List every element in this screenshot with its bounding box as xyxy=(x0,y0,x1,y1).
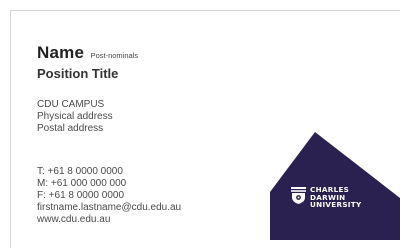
postal-address-line: Postal address xyxy=(37,123,104,134)
mobile-line: M: +61 000 000 000 xyxy=(37,178,127,189)
brand-panel xyxy=(270,120,400,240)
person-name: Name xyxy=(37,43,85,62)
wordmark-line-3: UNIVERSITY xyxy=(310,200,362,210)
university-wordmark: CHARLES DARWIN UNIVERSITY xyxy=(310,186,362,209)
position-title: Position Title xyxy=(37,66,119,81)
business-card-page: Name Post-nominals Position Title CDU CA… xyxy=(0,0,411,251)
post-nominals: Post-nominals xyxy=(90,51,139,60)
address-block: CDU CAMPUS Physical address Postal addre… xyxy=(37,99,113,135)
telephone-line: T: +61 8 0000 0000 xyxy=(37,166,123,177)
university-logo: CHARLES DARWIN UNIVERSITY xyxy=(285,181,405,217)
fax-line: F: +61 8 0000 0000 xyxy=(37,190,125,201)
name-line: Name Post-nominals xyxy=(37,43,138,63)
contact-block: T: +61 8 0000 0000 M: +61 000 000 000 F:… xyxy=(37,166,181,226)
website-line: www.cdu.edu.au xyxy=(37,214,111,225)
physical-address-line: Physical address xyxy=(37,111,113,122)
email-line: firstname.lastname@cdu.edu.au xyxy=(37,202,182,213)
campus-line: CDU CAMPUS xyxy=(37,99,105,110)
university-crest-icon xyxy=(291,187,306,204)
